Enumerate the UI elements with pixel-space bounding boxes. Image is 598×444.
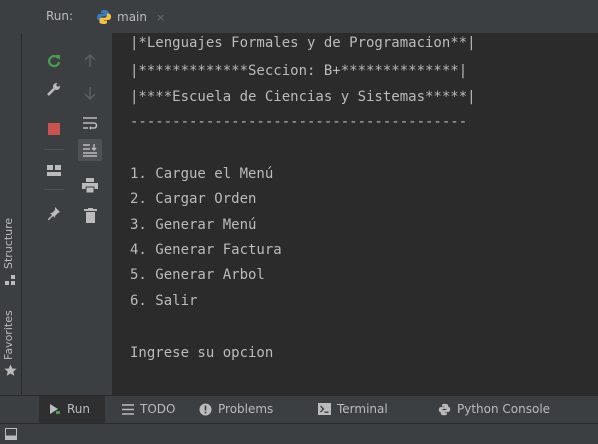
run-tool-tab-content: Run: [49, 402, 90, 416]
terminal-icon: [318, 403, 331, 415]
structure-tool-tab[interactable]: Structure: [2, 218, 15, 269]
layout-icon: [47, 165, 61, 176]
status-bar: [0, 423, 598, 444]
todo-icon: [122, 403, 134, 415]
run-tab-bar: Run: main ×: [0, 0, 598, 33]
soft-wrap-icon: [83, 117, 98, 130]
scroll-down-button[interactable]: [80, 83, 100, 103]
run-tool-tab[interactable]: Run: [39, 396, 105, 424]
structure-icon: [5, 275, 15, 285]
clear-all-button[interactable]: [80, 205, 100, 225]
layout-button[interactable]: [44, 161, 64, 181]
toggle-tool-windows-icon[interactable]: [5, 428, 17, 440]
python-console-icon: [438, 403, 451, 415]
console-line: |****Escuela de Ciencias y Sistemas*****…: [130, 89, 476, 105]
console-line: |*************Seccion: B+**************|: [130, 63, 468, 79]
arrow-down-icon: [84, 87, 96, 100]
menu-option: 2. Cargar Orden: [130, 191, 257, 207]
settings-wrench-button[interactable]: [44, 79, 64, 99]
input-prompt: Ingrese su opcion: [130, 345, 274, 361]
tab-main[interactable]: main ×: [96, 6, 165, 28]
favorites-tool-tab[interactable]: Favorites: [2, 310, 15, 360]
toolbar-separator: [44, 149, 64, 150]
terminal-tool-tab[interactable]: Terminal: [318, 402, 388, 416]
console-output[interactable]: |*Lenguajes Formales y de Programacion**…: [112, 33, 598, 395]
run-tool-tab-label: Run: [67, 402, 91, 416]
console-line: |*Lenguajes Formales y de Programacion**…: [130, 35, 476, 51]
rerun-button[interactable]: [44, 51, 64, 71]
trash-icon: [83, 207, 97, 223]
python-console-tool-tab[interactable]: Python Console: [438, 402, 550, 416]
problems-icon: [199, 403, 212, 415]
scroll-to-end-icon: [83, 144, 97, 157]
problems-tool-tab-label: Problems: [218, 402, 274, 416]
pin-tab-button[interactable]: [44, 203, 64, 223]
toolbar-separator: [44, 189, 64, 190]
wrench-icon: [47, 83, 60, 96]
soft-wrap-button[interactable]: [80, 113, 100, 133]
console-line: ----------------------------------------: [130, 114, 468, 130]
run-label: Run:: [46, 9, 74, 23]
run-icon: [50, 404, 60, 414]
terminal-tool-tab-label: Terminal: [337, 402, 388, 416]
todo-tool-tab[interactable]: TODO: [122, 402, 175, 416]
star-icon: [4, 364, 17, 376]
print-button[interactable]: [80, 175, 100, 195]
rerun-icon: [47, 55, 61, 68]
arrow-up-icon: [84, 54, 96, 67]
problems-tool-tab[interactable]: Problems: [199, 402, 273, 416]
menu-option: 1. Cargue el Menú: [130, 166, 274, 182]
tool-window-bar: Run TODO Problems Terminal Python Consol…: [0, 395, 598, 424]
stop-button[interactable]: [44, 119, 64, 139]
todo-tool-tab-label: TODO: [140, 402, 176, 416]
menu-option: 4. Generar Factura: [130, 242, 282, 258]
pin-icon: [48, 207, 60, 220]
menu-option: 3. Generar Menú: [130, 217, 257, 233]
scroll-up-button[interactable]: [80, 51, 100, 71]
python-icon: [97, 10, 111, 24]
tab-close-icon[interactable]: ×: [156, 11, 165, 24]
tab-main-label: main: [117, 10, 147, 24]
menu-option: 6. Salir: [130, 293, 198, 309]
stop-icon: [48, 123, 60, 135]
print-icon: [82, 177, 98, 193]
menu-option: 5. Generar Arbol: [130, 267, 265, 283]
left-tool-strip: Structure Favorites: [0, 33, 22, 395]
python-console-tool-tab-label: Python Console: [457, 402, 551, 416]
scroll-to-end-button[interactable]: [78, 139, 102, 161]
run-toolbar-secondary: [78, 33, 112, 395]
run-toolbar-primary: [22, 33, 78, 395]
